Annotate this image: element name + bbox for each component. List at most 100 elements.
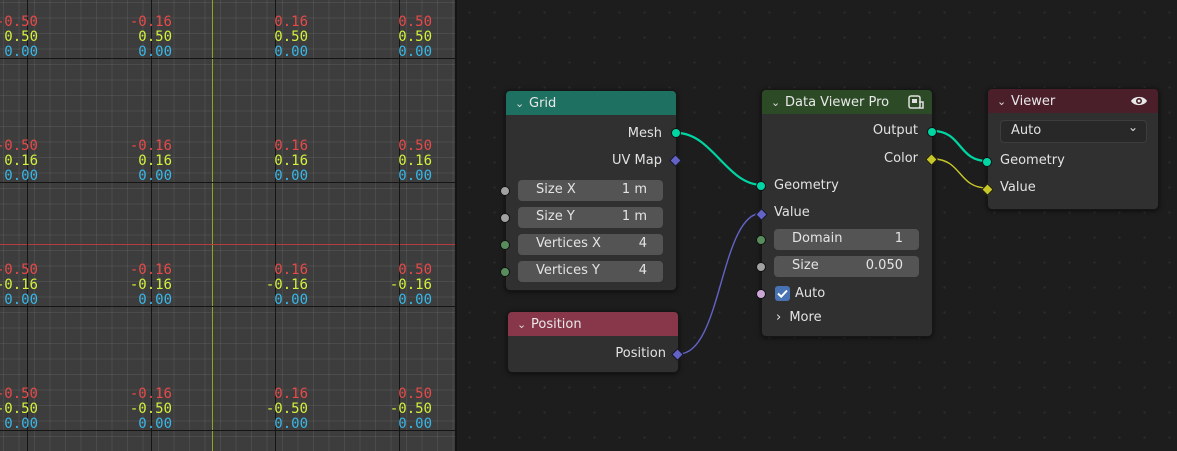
chevron-right-icon: › bbox=[776, 310, 782, 325]
input-label-value: Value bbox=[774, 205, 810, 220]
vertex-value-label: -0.16 0.50 0.00 bbox=[112, 15, 172, 60]
input-socket-value[interactable] bbox=[755, 208, 768, 221]
input-socket-geometry[interactable] bbox=[982, 157, 992, 167]
vertex-value-label: 0.50 -0.16 0.00 bbox=[372, 263, 432, 308]
z-value: 0.00 bbox=[4, 44, 38, 60]
x-value: 0.50 bbox=[398, 14, 432, 30]
vertex-value-label: 0.50 0.50 0.00 bbox=[372, 15, 432, 60]
y-value: -0.50 bbox=[389, 401, 432, 417]
field-value: 0.050 bbox=[865, 258, 903, 273]
grid-node-header[interactable]: ⌄ Grid bbox=[506, 91, 676, 115]
size-y-field[interactable]: Size Y 1 m bbox=[518, 207, 663, 228]
output-socket-position[interactable] bbox=[671, 348, 684, 361]
vertex-value-label: 0.16 0.16 0.00 bbox=[248, 139, 308, 184]
vertex-value-label: 0.16 -0.50 0.00 bbox=[248, 387, 308, 432]
input-socket-auto[interactable] bbox=[756, 289, 766, 299]
x-value: -0.16 bbox=[129, 386, 172, 402]
y-value: -0.50 bbox=[0, 401, 38, 417]
link-output-to-geometry bbox=[932, 129, 988, 163]
field-value: 1 m bbox=[621, 182, 647, 197]
eye-icon[interactable] bbox=[1130, 94, 1148, 108]
x-value: -0.16 bbox=[129, 14, 172, 30]
x-value: 0.50 bbox=[398, 386, 432, 402]
y-value: -0.50 bbox=[129, 401, 172, 417]
chevron-down-icon[interactable]: ⌄ bbox=[771, 96, 785, 109]
3d-viewport[interactable]: -0.50 0.50 0.00 -0.16 0.50 0.00 0.16 0.50 0.00 0.… bbox=[0, 0, 455, 451]
more-panel-toggle[interactable]: › More bbox=[776, 310, 822, 325]
input-socket-domain[interactable] bbox=[756, 235, 766, 245]
input-socket-vertices-y[interactable] bbox=[500, 267, 510, 277]
mesh-edge bbox=[399, 0, 400, 451]
data-viewer-pro-node[interactable]: ⌄ Data Viewer Pro Output Color Geometry … bbox=[755, 89, 938, 337]
node-editor[interactable]: ⌄ Grid Mesh UV Map Size X 1 m Size Y 1 m… bbox=[457, 0, 1177, 451]
x-value: -0.50 bbox=[0, 386, 38, 402]
vertex-value-label: -0.50 -0.50 0.00 bbox=[0, 387, 38, 432]
field-label: Size bbox=[792, 258, 819, 273]
vertices-y-field[interactable]: Vertices Y 4 bbox=[518, 261, 663, 282]
input-socket-size-y[interactable] bbox=[500, 213, 510, 223]
x-value: 0.16 bbox=[274, 138, 308, 154]
input-socket-value[interactable] bbox=[981, 183, 994, 196]
auto-checkbox[interactable] bbox=[775, 286, 790, 301]
x-axis-line bbox=[0, 244, 455, 245]
dropdown-value: Auto bbox=[1011, 123, 1042, 138]
viewer-node-header[interactable]: ⌄ Viewer bbox=[988, 89, 1158, 113]
x-value: 0.16 bbox=[274, 14, 308, 30]
vertex-value-label: 0.16 -0.16 0.00 bbox=[248, 263, 308, 308]
data-viewer-pro-node-header[interactable]: ⌄ Data Viewer Pro bbox=[762, 90, 932, 114]
domain-dropdown[interactable]: Auto ⌄ bbox=[1000, 120, 1147, 143]
input-socket-size-x[interactable] bbox=[500, 186, 510, 196]
output-label-mesh: Mesh bbox=[627, 126, 662, 141]
position-node-header[interactable]: ⌄ Position bbox=[508, 312, 678, 336]
output-socket-output[interactable] bbox=[927, 127, 937, 137]
node-title: Position bbox=[531, 316, 582, 332]
vertex-value-label: -0.16 0.16 0.00 bbox=[112, 139, 172, 184]
output-label-uv-map: UV Map bbox=[612, 153, 662, 168]
auto-checkbox-label[interactable]: Auto bbox=[795, 286, 825, 301]
field-value: 4 bbox=[638, 263, 647, 278]
x-value: -0.16 bbox=[129, 262, 172, 278]
output-socket-mesh[interactable] bbox=[671, 128, 681, 138]
x-value: 0.50 bbox=[398, 262, 432, 278]
z-value: 0.00 bbox=[138, 168, 172, 184]
output-socket-color[interactable] bbox=[925, 153, 938, 166]
viewer-node[interactable]: ⌄ Viewer Auto ⌄ Geometry Value bbox=[981, 88, 1159, 210]
z-value: 0.00 bbox=[138, 292, 172, 308]
field-value: 1 bbox=[894, 231, 903, 246]
x-value: 0.16 bbox=[274, 386, 308, 402]
z-value: 0.00 bbox=[398, 44, 432, 60]
input-socket-vertices-x[interactable] bbox=[500, 240, 510, 250]
node-title: Data Viewer Pro bbox=[785, 94, 890, 110]
vertex-value-label: -0.50 0.16 0.00 bbox=[0, 139, 38, 184]
chevron-down-icon[interactable]: ⌄ bbox=[515, 97, 529, 110]
y-value: -0.16 bbox=[389, 277, 432, 293]
z-value: 0.00 bbox=[398, 416, 432, 432]
z-value: 0.00 bbox=[274, 168, 308, 184]
more-label: More bbox=[789, 310, 822, 325]
chevron-down-icon[interactable]: ⌄ bbox=[517, 318, 531, 331]
vertices-x-field[interactable]: Vertices X 4 bbox=[518, 234, 663, 255]
z-value: 0.00 bbox=[138, 416, 172, 432]
node-title: Grid bbox=[529, 95, 557, 111]
y-value: -0.50 bbox=[265, 401, 308, 417]
link-color-to-value bbox=[932, 158, 988, 189]
y-value: 0.50 bbox=[274, 29, 308, 45]
input-socket-geometry[interactable] bbox=[756, 181, 766, 191]
link-mesh-to-geometry bbox=[676, 131, 763, 187]
field-value: 1 m bbox=[621, 209, 647, 224]
grid-node[interactable]: ⌄ Grid Mesh UV Map Size X 1 m Size Y 1 m… bbox=[500, 90, 682, 291]
vertex-value-label: -0.50 0.50 0.00 bbox=[0, 15, 38, 60]
chevron-down-icon[interactable]: ⌄ bbox=[997, 95, 1011, 108]
input-label-geometry: Geometry bbox=[774, 178, 839, 193]
domain-field[interactable]: Domain 1 bbox=[774, 229, 919, 250]
input-socket-size[interactable] bbox=[756, 262, 766, 272]
y-value: 0.16 bbox=[138, 153, 172, 169]
mesh-edge bbox=[151, 0, 152, 451]
position-node[interactable]: ⌄ Position Position bbox=[507, 311, 684, 373]
size-x-field[interactable]: Size X 1 m bbox=[518, 180, 663, 201]
output-socket-uv-map[interactable] bbox=[669, 154, 682, 167]
y-axis-line bbox=[212, 0, 213, 451]
vertex-value-label: -0.16 -0.50 0.00 bbox=[112, 387, 172, 432]
size-field[interactable]: Size 0.050 bbox=[774, 256, 919, 277]
node-group-icon[interactable] bbox=[908, 94, 924, 110]
